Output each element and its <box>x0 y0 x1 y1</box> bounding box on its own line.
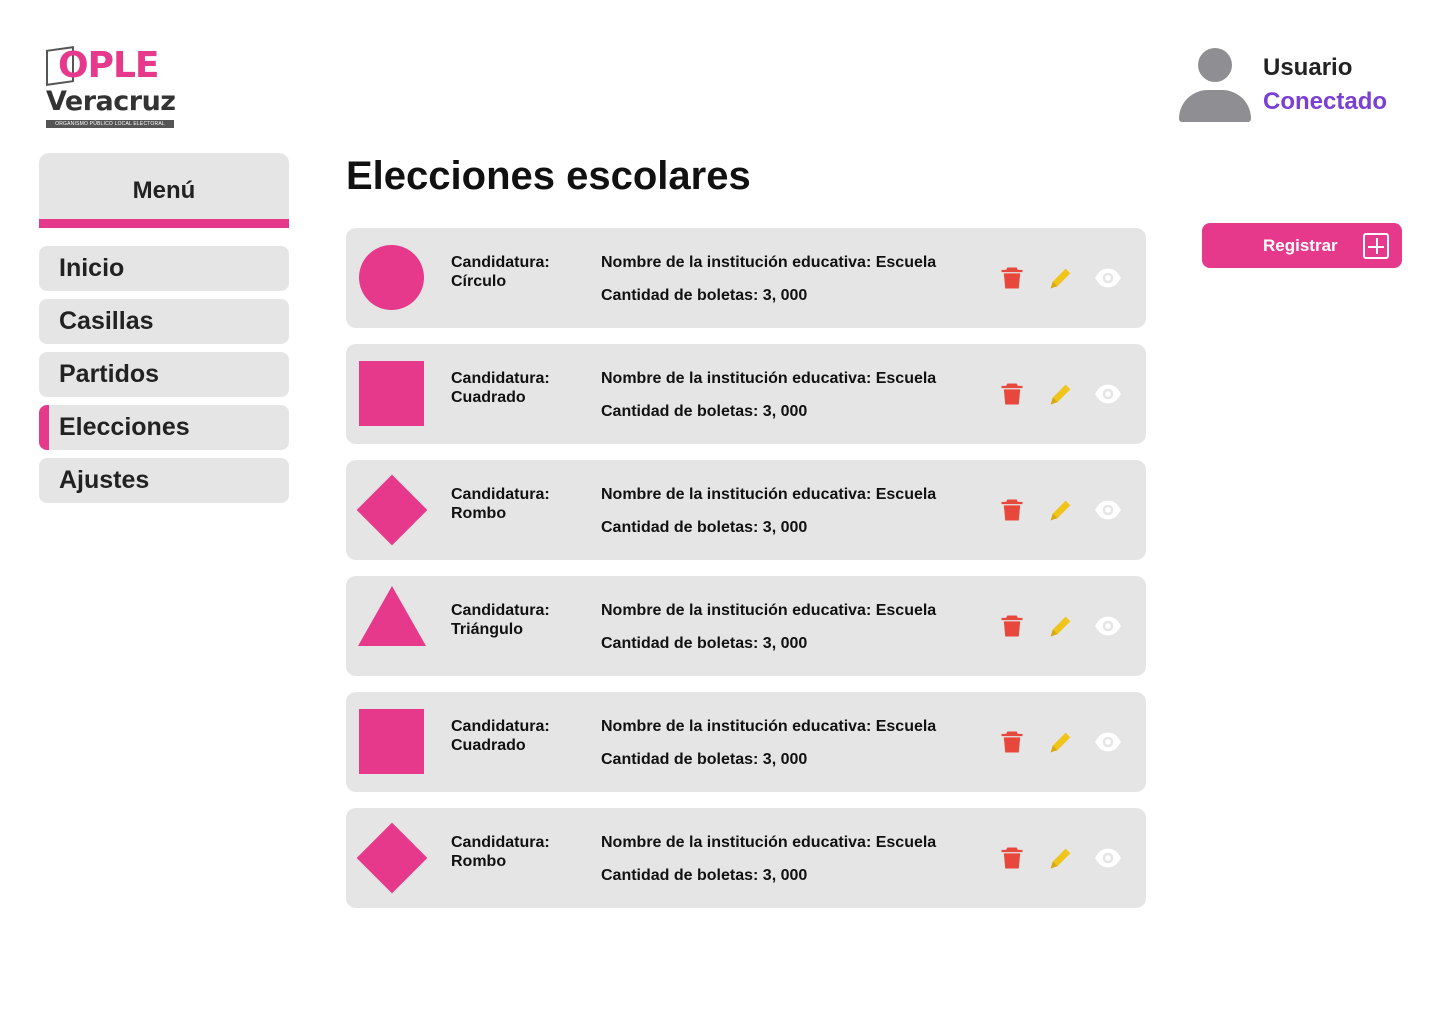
ballots-text: Cantidad de boletas: 3, 000 <box>601 287 808 304</box>
sidebar-item-label: Ajustes <box>59 466 150 494</box>
ballots-text: Cantidad de boletas: 3, 000 <box>601 751 808 768</box>
institution-text: Nombre de la institución educativa: Escu… <box>601 254 937 271</box>
candidate-name: Cuadrado <box>451 389 526 406</box>
election-card[interactable]: Candidatura: Círculo Nombre de la instituc… <box>346 228 1146 328</box>
user-name: Usuario <box>1263 54 1353 81</box>
institution-text: Nombre de la institución educativa: Escu… <box>601 602 937 619</box>
delete-button[interactable] <box>998 380 1026 408</box>
sidebar-item-partidos[interactable]: Partidos <box>39 352 289 397</box>
diamond-icon <box>356 474 428 546</box>
view-button[interactable] <box>1094 612 1122 640</box>
election-card[interactable]: Candidatura: Rombo Nombre de la institució… <box>346 460 1146 560</box>
edit-button[interactable] <box>1047 380 1075 408</box>
menu-title: Menú <box>132 177 196 204</box>
view-button[interactable] <box>1094 728 1122 756</box>
view-button[interactable] <box>1094 844 1122 872</box>
register-button[interactable]: Registrar <box>1202 223 1402 268</box>
delete-button[interactable] <box>998 264 1026 292</box>
user-avatar-icon <box>1178 46 1252 122</box>
register-button-label: Registrar <box>1263 236 1338 255</box>
sidebar-item-label: Partidos <box>59 360 160 388</box>
candidate-name: Rombo <box>451 853 507 870</box>
institution-text: Nombre de la institución educativa: Escu… <box>601 370 937 387</box>
edit-button[interactable] <box>1047 728 1075 756</box>
ople-logo: OPLE Veracruz ORGANISMO PÚBLICO LOCAL EL… <box>44 38 178 130</box>
election-card[interactable]: Candidatura: Cuadrado Nombre de la institu… <box>346 344 1146 444</box>
candidate-label: Candidatura: <box>451 718 550 735</box>
user-status: Conectado <box>1263 88 1388 115</box>
election-card[interactable]: Candidatura: Triángulo Nombre de la instit… <box>346 576 1146 676</box>
edit-button[interactable] <box>1047 496 1075 524</box>
sidebar-item-casillas[interactable]: Casillas <box>39 299 289 344</box>
institution-text: Nombre de la institución educativa: Escu… <box>601 834 937 851</box>
institution-text: Nombre de la institución educativa: Escu… <box>601 486 937 503</box>
menu-header: Menú <box>39 153 289 228</box>
candidate-name: Cuadrado <box>451 737 526 754</box>
page-title: Elecciones escolares <box>346 154 751 198</box>
edit-button[interactable] <box>1047 844 1075 872</box>
election-card[interactable]: Candidatura: Rombo Nombre de la institució… <box>346 808 1146 908</box>
ballots-text: Cantidad de boletas: 3, 000 <box>601 635 808 652</box>
candidate-label: Candidatura: <box>451 370 550 387</box>
sidebar-item-elecciones[interactable]: Elecciones <box>39 405 289 450</box>
sidebar-item-label: Inicio <box>59 254 125 282</box>
logo-region: Veracruz <box>46 86 176 117</box>
candidate-label: Candidatura: <box>451 254 550 271</box>
sidebar-item-ajustes[interactable]: Ajustes <box>39 458 289 503</box>
election-card[interactable]: Candidatura: Cuadrado Nombre de la institu… <box>346 692 1146 792</box>
circle-icon <box>359 245 424 310</box>
edit-button[interactable] <box>1047 612 1075 640</box>
sidebar-item-label: Elecciones <box>59 413 190 441</box>
delete-button[interactable] <box>998 728 1026 756</box>
diamond-icon <box>356 822 428 894</box>
candidate-label: Candidatura: <box>451 834 550 851</box>
candidate-name: Círculo <box>451 273 507 290</box>
edit-button[interactable] <box>1047 264 1075 292</box>
ballots-text: Cantidad de boletas: 3, 000 <box>601 519 808 536</box>
square-icon <box>359 709 424 774</box>
candidate-label: Candidatura: <box>451 602 550 619</box>
triangle-icon <box>358 586 426 646</box>
delete-button[interactable] <box>998 496 1026 524</box>
view-button[interactable] <box>1094 264 1122 292</box>
sidebar-item-label: Casillas <box>59 307 154 335</box>
ballots-text: Cantidad de boletas: 3, 000 <box>601 867 808 884</box>
logo-subtitle: ORGANISMO PÚBLICO LOCAL ELECTORAL <box>46 120 174 128</box>
delete-button[interactable] <box>998 844 1026 872</box>
ballots-text: Cantidad de boletas: 3, 000 <box>601 403 808 420</box>
candidate-name: Triángulo <box>451 621 523 638</box>
user-panel[interactable]: Usuario Conectado <box>1178 46 1418 126</box>
view-button[interactable] <box>1094 380 1122 408</box>
institution-text: Nombre de la institución educativa: Escu… <box>601 718 937 735</box>
square-icon <box>359 361 424 426</box>
view-button[interactable] <box>1094 496 1122 524</box>
sidebar-item-inicio[interactable]: Inicio <box>39 246 289 291</box>
delete-button[interactable] <box>998 612 1026 640</box>
plus-icon <box>1363 233 1389 259</box>
logo-brand: OPLE <box>58 45 160 86</box>
candidate-name: Rombo <box>451 505 507 522</box>
candidate-label: Candidatura: <box>451 486 550 503</box>
